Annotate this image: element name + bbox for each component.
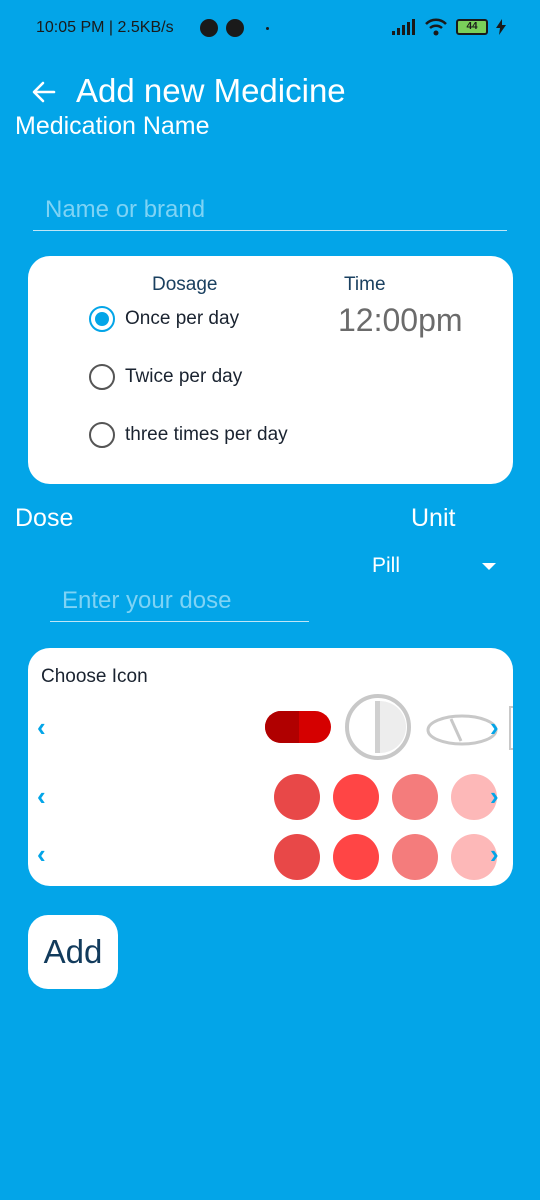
color-swatch-7[interactable] [392, 834, 438, 880]
unit-label: Unit [411, 504, 456, 532]
charging-icon [496, 19, 506, 35]
medication-name-input[interactable] [33, 189, 507, 231]
shape-row-prev-chevron-icon[interactable]: ‹ [37, 712, 46, 743]
dosage-option-label: Twice per day [125, 366, 243, 387]
time-picker[interactable]: 12:00pm [338, 302, 463, 339]
dosage-heading: Dosage [152, 274, 218, 295]
color-row-1-next-chevron-icon[interactable]: › [490, 781, 499, 812]
dosage-option-twice[interactable]: Twice per day [89, 364, 242, 390]
next-shape-preview-icon [509, 706, 513, 750]
shape-row-next-chevron-icon[interactable]: › [490, 712, 499, 743]
whatsapp-icon [200, 19, 218, 37]
oval-tablet-icon[interactable] [425, 714, 499, 746]
signal-icon [392, 19, 415, 35]
unit-dropdown[interactable]: Pill [356, 548, 506, 584]
radio-unselected-icon[interactable] [89, 422, 115, 448]
app-notification-icon [226, 19, 244, 37]
status-notification-icons [200, 19, 269, 37]
status-time: 10:05 PM | 2.5KB/s [36, 19, 174, 36]
choose-icon-card: Choose Icon ‹ › ‹ › ‹ › [28, 648, 513, 886]
dosage-option-three-times[interactable]: three times per day [89, 422, 288, 448]
wifi-icon [425, 18, 447, 36]
time-heading: Time [344, 274, 386, 295]
choose-icon-heading: Choose Icon [41, 666, 148, 687]
dosage-option-once[interactable]: Once per day [89, 306, 239, 332]
back-arrow-icon[interactable] [30, 78, 58, 106]
color-swatch-1[interactable] [274, 774, 320, 820]
radio-unselected-icon[interactable] [89, 364, 115, 390]
dosage-option-label: Once per day [125, 308, 240, 329]
color-row-2-prev-chevron-icon[interactable]: ‹ [37, 839, 46, 870]
color-row-2-next-chevron-icon[interactable]: › [490, 839, 499, 870]
color-swatch-6[interactable] [333, 834, 379, 880]
capsule-icon[interactable] [264, 710, 332, 744]
add-button[interactable]: Add [28, 915, 118, 989]
color-swatch-3[interactable] [392, 774, 438, 820]
dropdown-caret-icon [482, 562, 496, 570]
battery-icon: 44 [456, 19, 488, 35]
more-notifications-icon [266, 26, 269, 30]
dose-input[interactable] [50, 580, 309, 622]
dosage-option-label: three times per day [125, 424, 288, 445]
radio-selected-icon[interactable] [89, 306, 115, 332]
dose-label: Dose [15, 504, 74, 532]
status-bar: 10:05 PM | 2.5KB/s 44 [0, 0, 540, 60]
dosage-card: Dosage Time 12:00pm Once per day Twice p… [28, 256, 513, 484]
round-tablet-icon[interactable] [344, 693, 412, 761]
color-row-1-prev-chevron-icon[interactable]: ‹ [37, 781, 46, 812]
page-title: Add new Medicine [76, 72, 346, 109]
color-swatch-2[interactable] [333, 774, 379, 820]
color-swatch-5[interactable] [274, 834, 320, 880]
medication-name-label: Medication Name [15, 112, 210, 140]
unit-selected-value: Pill [372, 554, 401, 577]
system-icons: 44 [392, 18, 506, 36]
